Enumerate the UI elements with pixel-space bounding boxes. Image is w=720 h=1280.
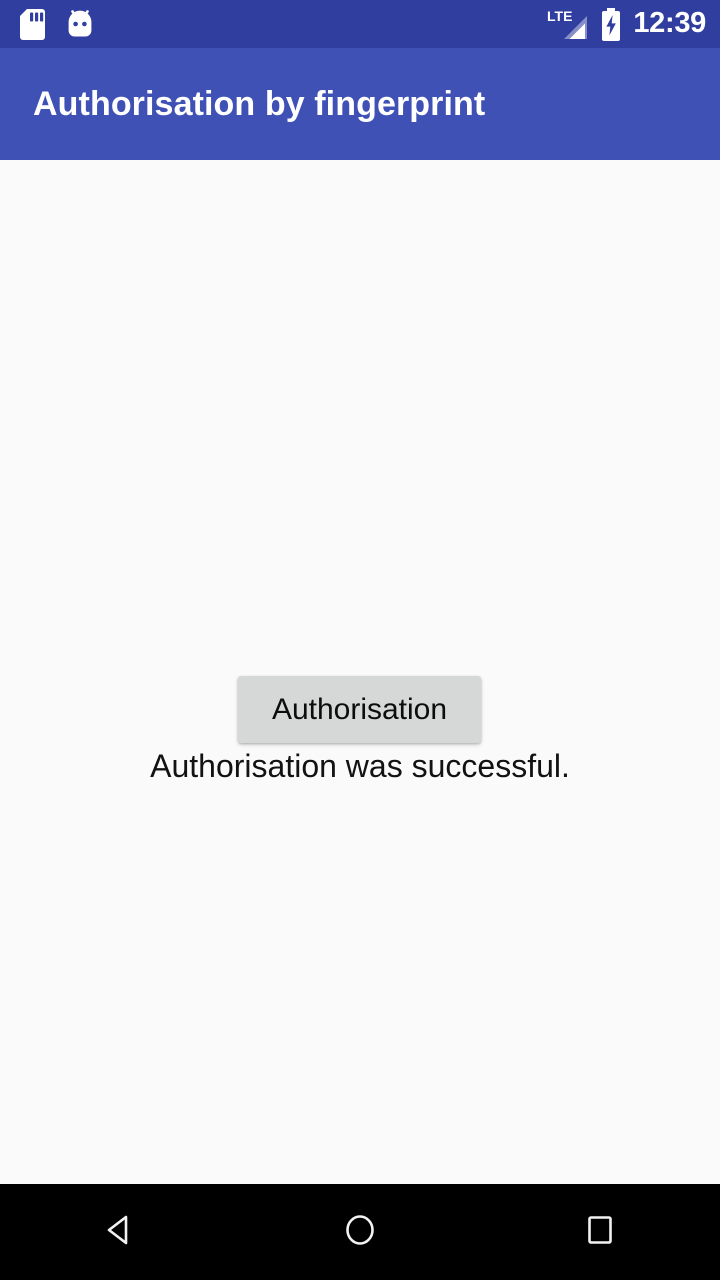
authorisation-status-message: Authorisation was successful. (150, 748, 570, 784)
main-content: Authorisation was successful. Authorisat… (0, 160, 720, 1184)
page-title: Authorisation by fingerprint (33, 84, 486, 123)
authorisation-button[interactable]: Authorisation (238, 676, 481, 743)
recents-square-icon (581, 1211, 619, 1254)
back-triangle-icon (101, 1211, 139, 1254)
nav-recents-button[interactable] (480, 1184, 720, 1280)
status-bar-left-icons (20, 8, 95, 40)
android-screen: LTE 12:39 Authorisation by fingerprint A… (0, 0, 720, 1280)
nav-back-button[interactable] (0, 1184, 240, 1280)
nav-home-button[interactable] (240, 1184, 480, 1280)
status-bar: LTE 12:39 (0, 0, 720, 48)
android-head-icon (65, 9, 95, 39)
lte-signal-icon: LTE (547, 8, 589, 41)
home-circle-icon (341, 1211, 379, 1254)
app-bar: Authorisation by fingerprint (0, 48, 720, 160)
svg-text:LTE: LTE (547, 8, 572, 24)
navigation-bar (0, 1184, 720, 1280)
status-bar-clock: 12:39 (633, 6, 706, 39)
battery-charging-icon (600, 7, 622, 41)
status-bar-right-icons: LTE 12:39 (547, 6, 706, 41)
sd-card-icon (20, 8, 45, 40)
